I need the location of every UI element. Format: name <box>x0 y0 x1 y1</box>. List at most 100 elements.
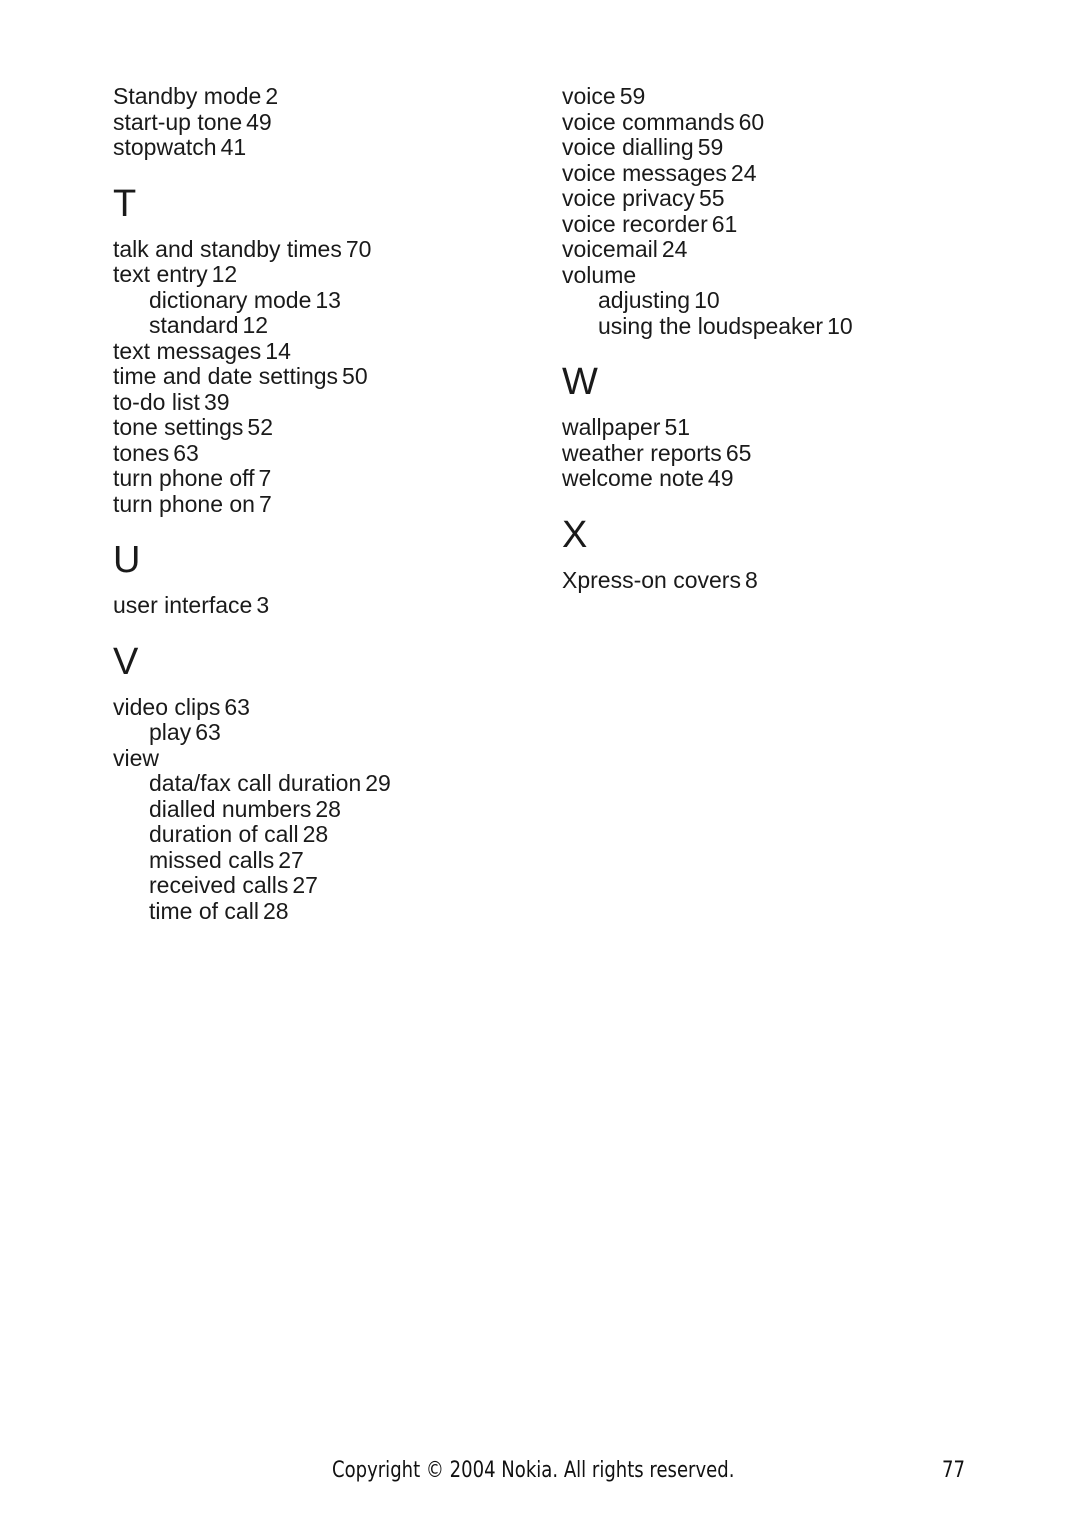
entry-page-number[interactable]: 49 <box>708 465 734 491</box>
entry-page-number[interactable]: 39 <box>204 389 230 415</box>
entry-page-number[interactable]: 28 <box>315 796 341 822</box>
entry-term: voice privacy <box>562 185 695 211</box>
index-entry: stopwatch 41 <box>113 134 533 161</box>
entry-term: view <box>113 744 160 771</box>
index-entry: time and date settings 50 <box>113 363 533 390</box>
entry-term: dialled numbers <box>149 795 312 822</box>
entry-page-number[interactable]: 50 <box>342 363 368 389</box>
index-entry: weather reports 65 <box>562 439 1002 467</box>
entry-page-number[interactable]: 8 <box>745 567 758 593</box>
index-entry: voice recorder 61 <box>562 211 1002 238</box>
entry-term: turn phone on <box>113 490 255 517</box>
index-subentry: adjusting 10 <box>562 287 1002 314</box>
entry-page-number[interactable]: 27 <box>278 847 304 873</box>
entry-page-number[interactable]: 24 <box>731 160 757 186</box>
index-entry: user interface 3 <box>113 592 533 619</box>
entry-page-number[interactable]: 59 <box>620 83 646 109</box>
index-entry: welcome note 49 <box>562 465 1002 492</box>
entry-page-number[interactable]: 28 <box>303 821 329 847</box>
entry-term: using the loudspeaker <box>598 312 824 339</box>
index-entry: talk and standby times 70 <box>113 236 533 263</box>
entry-term: Standby mode <box>113 83 262 109</box>
entry-page-number[interactable]: 10 <box>827 313 853 339</box>
entry-page-number[interactable]: 12 <box>212 261 238 287</box>
page-footer: Copyright © 2004 Nokia. All rights reser… <box>0 1458 1080 1492</box>
entry-page-number[interactable]: 51 <box>664 414 690 440</box>
index-subentry: missed calls 27 <box>113 846 533 874</box>
index-entry: view <box>113 744 533 772</box>
entry-term: start-up tone <box>113 108 243 135</box>
entry-term: duration of call <box>149 821 299 847</box>
entry-term: stopwatch <box>113 134 217 160</box>
section-letter-heading: U <box>113 539 141 581</box>
entry-page-number[interactable]: 59 <box>698 134 724 160</box>
entry-term: voice messages <box>562 159 727 186</box>
entry-page-number[interactable]: 14 <box>265 338 291 364</box>
entry-page-number[interactable]: 24 <box>662 236 688 262</box>
entry-term: missed calls <box>149 846 275 873</box>
index-entry: tones 63 <box>113 440 533 467</box>
index-subentry: data/fax call duration 29 <box>113 770 533 797</box>
section-letter-heading: X <box>562 513 588 556</box>
entry-page-number[interactable]: 52 <box>247 414 273 440</box>
index-entry: voice 59 <box>562 83 1002 110</box>
entry-page-number[interactable]: 28 <box>263 898 289 924</box>
entry-term: voicemail <box>562 236 658 262</box>
entry-term: to-do list <box>113 388 200 415</box>
section-letter-heading: W <box>562 361 598 403</box>
entry-term: received calls <box>149 872 289 898</box>
section-letter-heading: T <box>113 182 137 225</box>
entry-page-number[interactable]: 3 <box>256 592 269 618</box>
entry-term: standard <box>149 312 239 338</box>
entry-page-number[interactable]: 41 <box>221 134 247 160</box>
entry-term: voice dialling <box>562 134 694 160</box>
index-subentry: standard 12 <box>113 312 533 339</box>
entry-term: turn phone off <box>113 465 255 491</box>
entry-page-number[interactable]: 65 <box>726 440 752 466</box>
entry-page-number[interactable]: 2 <box>265 83 278 109</box>
index-entry: video clips 63 <box>113 694 533 721</box>
index-subentry: time of call 28 <box>113 898 533 925</box>
index-entry: volume <box>562 261 1002 289</box>
index-entry: text entry 12 <box>113 261 533 288</box>
entry-page-number[interactable]: 63 <box>173 440 199 466</box>
entry-term: weather reports <box>562 439 722 466</box>
entry-page-number[interactable]: 10 <box>694 287 720 313</box>
index-section: Ttalk and standby times 70 text entry 12 dic… <box>113 185 533 518</box>
index-entry: voice dialling 59 <box>562 134 1002 161</box>
entry-term: text messages <box>113 337 262 364</box>
index-section: voice 59 voice commands 60 voice dialling 59 v… <box>562 83 1002 339</box>
page-number: 77 <box>942 1458 965 1483</box>
entry-page-number[interactable]: 13 <box>315 287 341 313</box>
entry-page-number[interactable]: 7 <box>259 491 272 517</box>
index-entry: voice privacy 55 <box>562 185 1002 212</box>
entry-page-number[interactable]: 12 <box>243 312 269 338</box>
entry-page-number[interactable]: 63 <box>195 719 221 745</box>
index-column-left: Standby mode 2 start-up tone 49 stopwatch 41 T… <box>113 83 533 925</box>
index-entry: Standby mode 2 <box>113 83 533 110</box>
index-entry: tone settings 52 <box>113 414 533 441</box>
entry-page-number[interactable]: 60 <box>739 109 765 135</box>
entry-page-number[interactable]: 55 <box>699 185 725 211</box>
entry-term: wallpaper <box>562 414 661 440</box>
entry-term: welcome note <box>562 465 704 491</box>
entry-page-number[interactable]: 61 <box>712 211 738 237</box>
entry-term: time and date settings <box>113 363 339 389</box>
entry-page-number[interactable]: 27 <box>292 872 318 898</box>
entry-term: volume <box>562 261 637 288</box>
entry-page-number[interactable]: 63 <box>224 694 250 720</box>
entry-term: user interface <box>113 592 253 618</box>
entry-page-number[interactable]: 70 <box>346 236 372 262</box>
index-entry: Xpress-on covers 8 <box>562 566 1002 594</box>
entry-page-number[interactable]: 7 <box>259 465 272 491</box>
entry-page-number[interactable]: 49 <box>246 109 272 135</box>
entry-term: dictionary mode <box>149 286 312 313</box>
index-section: X Xpress-on covers 8 <box>562 516 1002 594</box>
entry-term: Xpress-on covers <box>562 566 741 593</box>
entry-term: voice <box>562 83 616 109</box>
entry-page-number[interactable]: 29 <box>365 770 391 796</box>
index-entry: start-up tone 49 <box>113 108 533 136</box>
entry-term: text entry <box>113 261 208 287</box>
index-subentry: received calls 27 <box>113 872 533 899</box>
index-subentry: duration of call 28 <box>113 821 533 848</box>
